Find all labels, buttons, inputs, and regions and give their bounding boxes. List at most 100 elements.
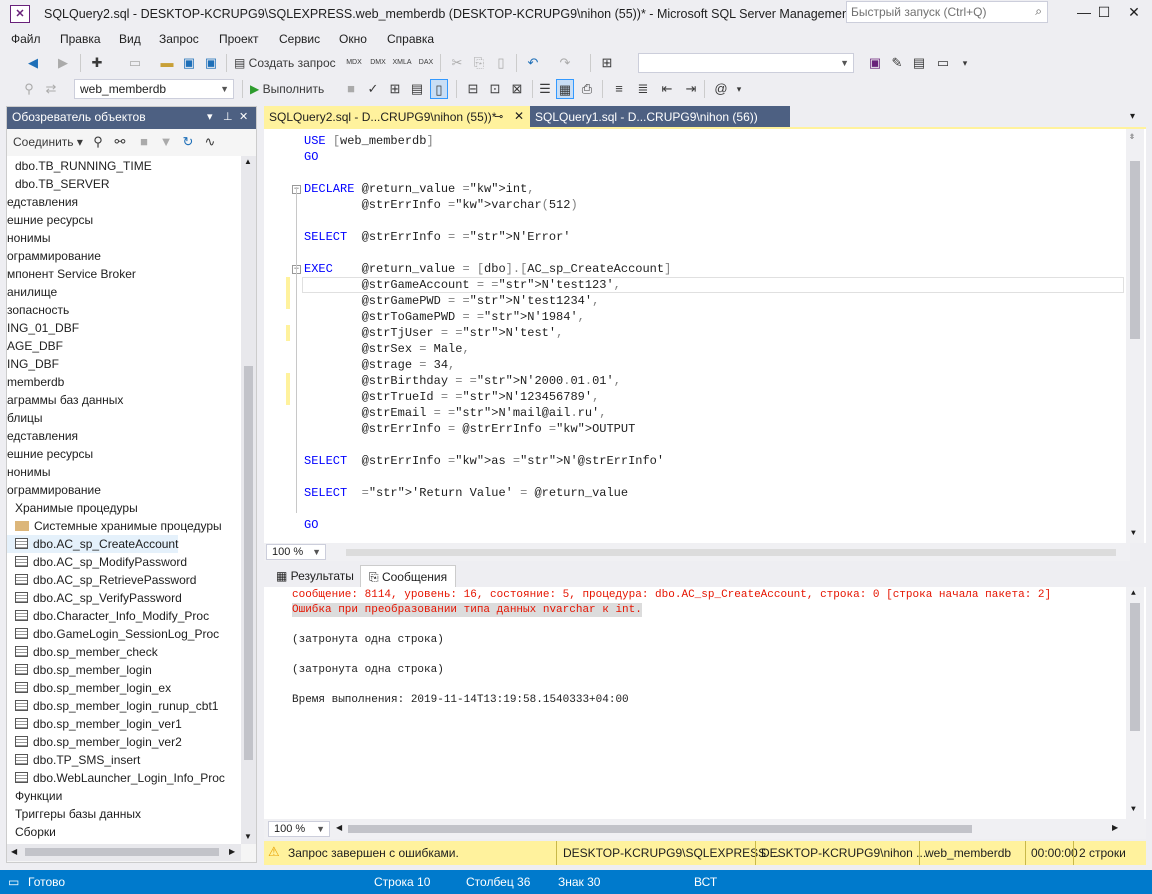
tree-item[interactable]: dbo.sp_member_login_ver2 — [7, 733, 182, 751]
connect-icon[interactable]: ⚲ — [20, 79, 38, 99]
menu-tools[interactable]: Сервис — [279, 32, 320, 46]
query-designer-icon[interactable]: ▤ — [408, 79, 426, 99]
refresh-icon[interactable]: ↻ — [179, 132, 197, 152]
tree-item[interactable]: блицы — [7, 409, 43, 427]
tree-item[interactable]: нонимы — [7, 463, 51, 481]
window-position-icon[interactable]: ▾ — [207, 110, 213, 123]
results-file-icon[interactable]: ⎙ — [578, 79, 596, 99]
scroll-left-icon[interactable]: ◀ — [336, 823, 342, 832]
messages-vscrollbar[interactable]: ▲ ▼ — [1126, 587, 1144, 819]
solution-config-dropdown[interactable]: ▼ — [638, 53, 854, 73]
scroll-right-icon[interactable]: ▶ — [1112, 823, 1118, 832]
tree-item[interactable]: dbo.sp_member_check — [7, 643, 158, 661]
new-query-button[interactable]: ▤ Создать запрос — [234, 53, 338, 73]
tools-icon[interactable]: ✎ — [888, 53, 906, 73]
code-line[interactable]: @strToGamePWD = ="str">N'1984', — [304, 309, 585, 325]
code-line[interactable]: @strGamePWD = ="str">N'test1234', — [304, 293, 600, 309]
tree-item[interactable]: едставления — [7, 427, 78, 445]
copy-icon[interactable]: ⎘ — [470, 53, 488, 73]
messages-vscroll-thumb[interactable] — [1130, 603, 1140, 731]
forward-icon[interactable]: ▶ — [54, 53, 72, 73]
menu-window[interactable]: Окно — [339, 32, 367, 46]
live-stats-icon[interactable]: ⊡ — [486, 79, 504, 99]
menu-edit[interactable]: Правка — [60, 32, 101, 46]
tree-item[interactable]: нонимы — [7, 229, 51, 247]
tree-item[interactable]: ограммирование — [7, 247, 101, 265]
scroll-right-icon[interactable]: ▶ — [229, 847, 235, 856]
close-panel-icon[interactable]: ✕ — [239, 110, 248, 123]
stop-icon[interactable]: ■ — [342, 79, 360, 99]
mdx-query-button[interactable]: MDX — [344, 53, 364, 73]
tree-item[interactable]: dbo.TB_SERVER — [7, 175, 110, 193]
tree-item[interactable]: dbo.TB_RUNNING_TIME — [7, 157, 152, 175]
tree-item[interactable]: ING_DBF — [7, 355, 59, 373]
tree-item[interactable]: dbo.sp_member_login_runup_cbt1 — [7, 697, 218, 715]
editor-zoom-dropdown[interactable]: 100 % ▼ — [266, 544, 326, 560]
menu-query[interactable]: Запрос — [159, 32, 199, 46]
tree-item[interactable]: зопасность — [7, 301, 69, 319]
code-line[interactable]: @strGameAccount = ="str">N'test123', — [304, 277, 621, 293]
close-button[interactable]: ✕ — [1116, 0, 1152, 24]
quick-launch-input[interactable]: Быстрый запуск (Ctrl+Q) ⌕ — [846, 1, 1048, 23]
code-line[interactable]: @strSex = Male, — [304, 341, 470, 357]
sql-editor[interactable]: USE [web_memberdb] GO DECLARE @return_valu… — [264, 129, 1146, 543]
tree-item[interactable]: ING_01_DBF — [7, 319, 79, 337]
command-window-icon[interactable]: ▭ — [934, 53, 952, 73]
menu-file[interactable]: Файл — [11, 32, 41, 46]
change-connection-icon[interactable]: ⇄ — [42, 79, 60, 99]
tree-item[interactable]: Триггеры базы данных — [7, 805, 141, 823]
split-icon[interactable]: ⇳ — [1129, 131, 1135, 143]
dax-query-button[interactable]: DAX — [416, 53, 436, 73]
tree-item[interactable]: dbo.TP_SMS_insert — [7, 751, 140, 769]
scroll-down-icon[interactable]: ▼ — [244, 832, 252, 841]
tab-sqlquery1[interactable]: SQLQuery1.sql - D...CRUPG9\nihon (56)) — [530, 106, 790, 128]
tab-sqlquery2[interactable]: SQLQuery2.sql - D...CRUPG9\nihon (55))* … — [264, 106, 530, 128]
solution-icon[interactable]: ▣ — [866, 53, 884, 73]
editor-hscroll-thumb[interactable] — [346, 549, 1116, 556]
activity-monitor-icon[interactable]: ⊞ — [598, 53, 616, 73]
paste-icon[interactable]: ▯ — [492, 53, 510, 73]
display-plan-icon[interactable]: ⊞ — [386, 79, 404, 99]
tree-item[interactable]: Сборки — [7, 823, 56, 841]
code-line[interactable]: DECLARE @return_value ="kw">int, — [304, 181, 534, 197]
tree-item[interactable]: dbo.Character_Info_Modify_Proc — [7, 607, 209, 625]
parse-check-icon[interactable]: ✓ — [364, 79, 382, 99]
save-all-icon[interactable]: ▣ — [202, 53, 220, 73]
results-zoom-dropdown[interactable]: 100 % ▼ — [268, 821, 330, 837]
scroll-down-icon[interactable]: ▼ — [1131, 805, 1136, 814]
code-line[interactable]: SELECT @strErrInfo ="kw">as ="str">N'@st… — [304, 453, 664, 469]
uncomment-icon[interactable]: ≣ — [634, 79, 652, 99]
results-grid-icon[interactable]: ▦ — [556, 79, 574, 99]
specify-values-icon[interactable]: @ — [712, 79, 730, 99]
redo-icon[interactable]: ↷ — [556, 53, 574, 73]
code-line[interactable]: @strErrInfo ="kw">varchar(512) — [304, 197, 578, 213]
editor-vscrollbar[interactable]: ⇳ ▼ — [1126, 129, 1144, 543]
xmla-query-button[interactable]: XMLA — [392, 53, 412, 73]
code-line[interactable]: SELECT ="str">'Return Value' = @return_v… — [304, 485, 628, 501]
code-line[interactable]: @strTrueId = ="str">N'123456789', — [304, 389, 600, 405]
code-line[interactable]: @strBirthday = ="str">N'2000.01.01', — [304, 373, 621, 389]
tree-item[interactable]: dbo.AC_sp_VerifyPassword — [7, 589, 182, 607]
toolbar-overflow-icon[interactable]: ▾ — [958, 53, 972, 73]
stop-refresh-icon[interactable]: ■ — [135, 132, 153, 152]
comment-icon[interactable]: ≡ — [610, 79, 628, 99]
object-tree-hscroll-thumb[interactable] — [25, 848, 219, 856]
tree-item[interactable]: dbo.sp_member_login_ver1 — [7, 715, 182, 733]
tree-item[interactable]: dbo.WebLauncher_Login_Info_Proc — [7, 769, 225, 787]
back-icon[interactable]: ◀ — [24, 53, 42, 73]
properties-icon[interactable]: ▤ — [910, 53, 928, 73]
code-line[interactable]: @strErrInfo = @strErrInfo ="kw">OUTPUT — [304, 421, 636, 437]
undo-icon[interactable]: ↶ — [524, 53, 542, 73]
tree-item[interactable]: едставления — [7, 193, 78, 211]
code-line[interactable]: SELECT @strErrInfo = ="str">N'Error' — [304, 229, 570, 245]
tree-item[interactable]: Функции — [7, 787, 62, 805]
tree-item[interactable]: dbo.AC_sp_CreateAccount — [7, 535, 179, 553]
execute-button[interactable]: ▶ Выполнить — [250, 79, 336, 99]
tree-item[interactable]: мпонент Service Broker — [7, 265, 136, 283]
activity-icon[interactable]: ∿ — [201, 132, 219, 152]
increase-indent-icon[interactable]: ⇥ — [682, 79, 700, 99]
add-item-icon[interactable]: ▭ — [126, 53, 144, 73]
toolbar2-overflow-icon[interactable]: ▾ — [732, 79, 746, 99]
results-hscroll-thumb[interactable] — [348, 825, 972, 833]
pin-tab-icon[interactable]: ⊸ — [494, 110, 503, 123]
